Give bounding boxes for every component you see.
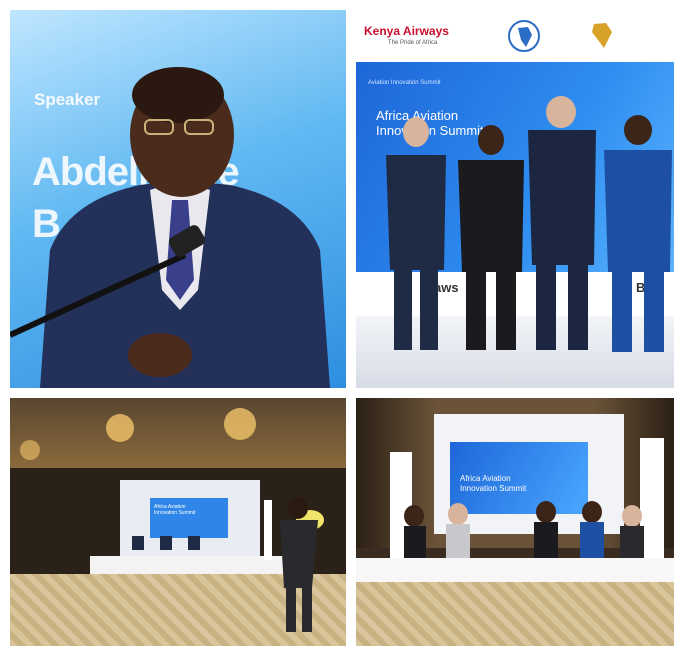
speaker-photo: Speaker Abdelmane B — [10, 10, 346, 388]
four-men-figures — [386, 96, 672, 352]
photographer-figure — [132, 497, 324, 632]
group-photo: Kenya Airways The Pride of Africa Aviati… — [356, 10, 674, 388]
speaker-figure — [10, 67, 330, 388]
panel-riser — [356, 558, 674, 582]
hall-photo: Africa Aviation Innovation Summit — [10, 398, 346, 646]
panel-photo: Africa Aviation Innovation Summit — [356, 398, 674, 646]
panel-carpet-floor — [356, 582, 674, 646]
